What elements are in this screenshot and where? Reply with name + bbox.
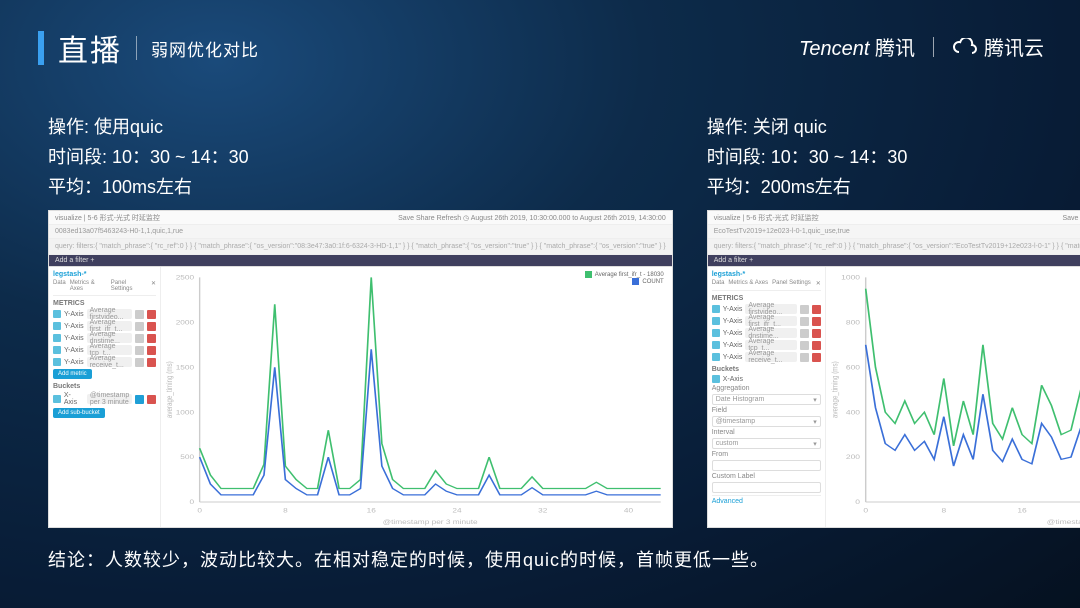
- kibana-dashboard: visualize | 5-6 形式-光式 时延监控 Save Share Re…: [707, 210, 1080, 528]
- url-bar[interactable]: 0083ed13a07f5463243-H0-1,1,quic,1,rue: [49, 225, 672, 239]
- caption-time: 时间段: 10：30 ~ 14：30: [707, 142, 1080, 172]
- chart-area: Average first_ifr_t - 18030 COUNT 050010…: [161, 267, 672, 527]
- url-bar[interactable]: EcoTestTv2019+12e023-l-0-1,quic_use,true: [708, 225, 1080, 239]
- svg-text:600: 600: [846, 363, 860, 371]
- divider-icon: [933, 37, 934, 57]
- svg-text:40: 40: [624, 506, 633, 514]
- metric-row[interactable]: Y-AxisAverage firstvideo...: [53, 309, 156, 319]
- tencent-cloud-logo: 腾讯云: [952, 32, 1044, 61]
- breadcrumb: visualize | 5-6 形式-光式 时延监控: [55, 213, 160, 223]
- index-pattern[interactable]: legstash-*: [53, 271, 156, 278]
- metric-row[interactable]: Y-AxisAverage receive_t...: [53, 357, 156, 367]
- svg-text:0: 0: [190, 498, 195, 506]
- metric-row[interactable]: Y-AxisAverage dnstime...: [712, 328, 821, 338]
- config-sidebar: legstash-* Data Metrics & Axes Panel Set…: [49, 267, 161, 527]
- svg-text:0: 0: [863, 507, 868, 515]
- svg-text:@timestamp per 3 minute: @timestamp per 3 minute: [1046, 518, 1080, 526]
- query-bar[interactable]: query: filters:{ "match_phrase":{ "rc_re…: [708, 239, 1080, 255]
- panel-quic-off: 操作: 关闭 quic 时间段: 10：30 ~ 14：30 平均：200ms左…: [707, 112, 1080, 528]
- divider-icon: [136, 36, 137, 60]
- buckets-heading: Buckets: [712, 366, 821, 373]
- dark-strip: Add a filter +: [49, 255, 672, 267]
- panel-caption: 操作: 关闭 quic 时间段: 10：30 ~ 14：30 平均：200ms左…: [707, 112, 1080, 202]
- breadcrumb: visualize | 5-6 形式-光式 时延监控: [714, 213, 819, 223]
- svg-text:2000: 2000: [176, 318, 194, 326]
- svg-text:1000: 1000: [841, 274, 860, 282]
- from-label: From: [712, 451, 821, 458]
- svg-text:average_timing (ms): average_timing (ms): [164, 361, 174, 418]
- svg-text:500: 500: [180, 453, 194, 461]
- svg-text:0: 0: [855, 498, 860, 506]
- page-subtitle: 弱网优化对比: [151, 36, 259, 61]
- conclusion-text: 结论：人数较少，波动比较大。在相对稳定的时候，使用quic的时候，首帧更低一些。: [48, 546, 769, 572]
- panel-caption: 操作: 使用quic 时间段: 10：30 ~ 14：30 平均：100ms左右: [48, 112, 673, 202]
- agg-label: Aggregation: [712, 385, 821, 392]
- caption-op: 操作: 关闭 quic: [707, 112, 1080, 142]
- caption-time: 时间段: 10：30 ~ 14：30: [48, 142, 673, 172]
- agg-select[interactable]: Date Histogram▾: [712, 394, 821, 405]
- page-title: 直播: [58, 26, 122, 70]
- toolbar-right[interactable]: Save Share Refresh ◷ August 26th 2019, 1…: [398, 214, 666, 222]
- metric-row[interactable]: Y-AxisAverage receive_t...: [712, 352, 821, 362]
- bucket-row[interactable]: X-Axis: [712, 375, 821, 383]
- advanced-link[interactable]: Advanced: [712, 495, 821, 505]
- caption-op: 操作: 使用quic: [48, 112, 673, 142]
- slide-header: 直播 弱网优化对比: [38, 26, 259, 70]
- toolbar-right[interactable]: Save Share Refresh ◷ August 26th 2019, 1…: [1062, 214, 1080, 222]
- metric-row[interactable]: Y-AxisAverage dnstime...: [53, 333, 156, 343]
- svg-text:8: 8: [941, 507, 946, 515]
- add-metric-button[interactable]: Add metric: [53, 369, 92, 379]
- svg-text:24: 24: [452, 506, 461, 514]
- svg-text:8: 8: [283, 506, 288, 514]
- dark-strip: Add a filter +: [708, 255, 1080, 267]
- sidebar-tabs[interactable]: Data Metrics & Axes Panel Settings ✕: [53, 280, 156, 296]
- metric-row[interactable]: Y-AxisAverage tcp_t...: [712, 340, 821, 350]
- interval-select[interactable]: custom▾: [712, 438, 821, 449]
- svg-text:average_timing (ms): average_timing (ms): [829, 361, 839, 418]
- svg-text:@timestamp per 3 minute: @timestamp per 3 minute: [383, 518, 478, 526]
- buckets-heading: Buckets: [53, 383, 156, 390]
- metrics-heading: METRICS: [53, 300, 156, 307]
- metrics-heading: METRICS: [712, 295, 821, 302]
- metric-row[interactable]: Y-AxisAverage firstvideo...: [712, 304, 821, 314]
- svg-text:1000: 1000: [176, 408, 194, 416]
- metric-row[interactable]: Y-AxisAverage first_ifr_t...: [712, 316, 821, 326]
- query-bar[interactable]: query: filters:{ "match_phrase":{ "rc_re…: [49, 239, 672, 255]
- svg-text:16: 16: [1017, 507, 1026, 515]
- custom-label: Custom Label: [712, 473, 821, 480]
- interval-label: Interval: [712, 429, 821, 436]
- tencent-logo: Tencent 腾讯: [799, 32, 915, 61]
- config-sidebar: legstash-* Data Metrics & Axes Panel Set…: [708, 267, 826, 527]
- caption-avg: 平均：100ms左右: [48, 172, 673, 202]
- bucket-row[interactable]: X-Axis@timestamp per 3 minute: [53, 392, 156, 406]
- from-input[interactable]: [712, 460, 821, 471]
- svg-text:32: 32: [538, 506, 547, 514]
- kibana-dashboard: visualize | 5-6 形式-光式 时延监控 Save Share Re…: [48, 210, 673, 528]
- line-chart: 0 500 1000 1500 2000 2500 0 8 16 24 32 40 @timestamp…: [161, 267, 672, 527]
- sidebar-tabs[interactable]: Data Metrics & Axes Panel Settings ✕: [712, 280, 821, 291]
- brand-logos: Tencent 腾讯 腾讯云: [799, 32, 1044, 61]
- line-chart: 020040060080010000816243240@timestamp pe…: [826, 267, 1080, 527]
- field-label: Field: [712, 407, 821, 414]
- svg-text:16: 16: [367, 506, 376, 514]
- chart-area: Average first_ifr_t - 18030 COUNT 020040…: [826, 267, 1080, 527]
- metric-row[interactable]: Y-AxisAverage tcp_t...: [53, 345, 156, 355]
- svg-text:1500: 1500: [176, 363, 194, 371]
- svg-text:400: 400: [846, 408, 860, 416]
- svg-text:2500: 2500: [176, 274, 194, 282]
- svg-text:200: 200: [846, 453, 860, 461]
- accent-bar-icon: [38, 31, 44, 65]
- custom-input[interactable]: [712, 482, 821, 493]
- svg-text:800: 800: [846, 319, 860, 327]
- caption-avg: 平均：200ms左右: [707, 172, 1080, 202]
- index-pattern[interactable]: legstash-*: [712, 271, 821, 278]
- svg-text:0: 0: [197, 506, 202, 514]
- add-bucket-button[interactable]: Add sub-bucket: [53, 408, 105, 418]
- metric-row[interactable]: Y-AxisAverage first_ifr_t...: [53, 321, 156, 331]
- panel-quic-on: 操作: 使用quic 时间段: 10：30 ~ 14：30 平均：100ms左右…: [48, 112, 673, 528]
- field-select[interactable]: @timestamp▾: [712, 416, 821, 427]
